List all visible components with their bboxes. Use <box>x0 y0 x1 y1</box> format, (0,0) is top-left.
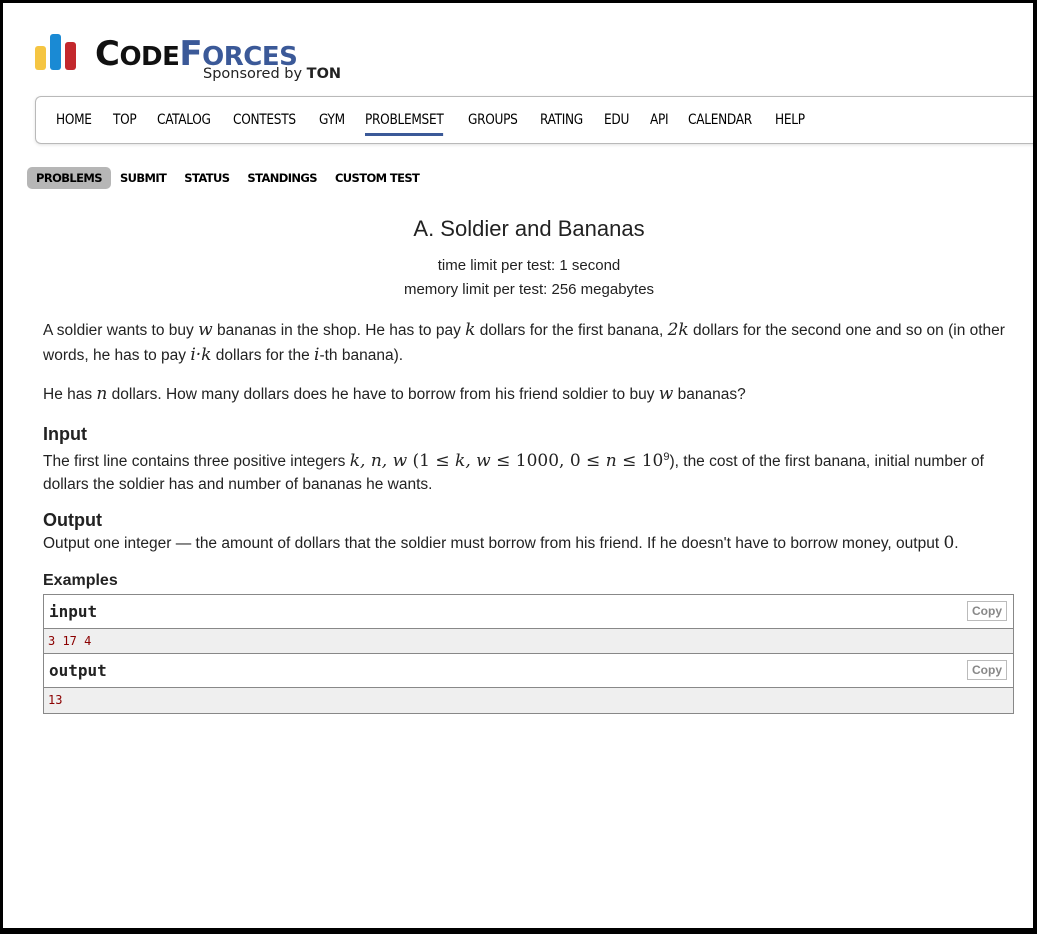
subnav-submit[interactable]: SUBMIT <box>111 167 175 189</box>
statement-paragraph-1: A soldier wants to buy w bananas in the … <box>43 320 1005 365</box>
example-output-box: output Copy 13 <box>43 653 1014 714</box>
sponsor-line: Sponsored by TON <box>203 66 342 82</box>
statement-paragraph-2: He has n dollars. How many dollars does … <box>43 384 746 404</box>
nav-problemset[interactable]: PROBLEMSET <box>365 112 444 136</box>
subnav-status[interactable]: STATUS <box>175 167 238 189</box>
nav-calendar[interactable]: CALENDAR <box>688 112 752 128</box>
nav-home[interactable]: HOME <box>56 112 92 128</box>
input-section-title: Input <box>43 424 87 444</box>
codeforces-logo[interactable]: CODEFORCES Sponsored by TON <box>35 30 365 90</box>
nav-catalog[interactable]: CATALOG <box>157 112 211 128</box>
logo-bars-icon <box>35 30 85 70</box>
nav-gym[interactable]: GYM <box>319 112 345 128</box>
input-specification: The first line contains three positive i… <box>43 451 984 494</box>
main-menu: HOME TOP CATALOG CONTESTS GYM PROBLEMSET… <box>35 96 1033 144</box>
subnav-problems[interactable]: PROBLEMS <box>27 167 111 189</box>
second-level-menu: PROBLEMS SUBMIT STATUS STANDINGS CUSTOM … <box>27 166 428 190</box>
example-input-label: input <box>49 602 98 621</box>
problem-title: A. Soldier and Bananas <box>413 216 645 241</box>
example-output-label: output <box>49 661 107 680</box>
nav-help[interactable]: HELP <box>775 112 805 128</box>
nav-contests[interactable]: CONTESTS <box>233 112 296 128</box>
output-section-title: Output <box>43 510 102 530</box>
subnav-custom-test[interactable]: CUSTOM TEST <box>326 167 428 189</box>
subnav-standings[interactable]: STANDINGS <box>238 167 326 189</box>
nav-rating[interactable]: RATING <box>540 112 583 128</box>
example-output-value: 13 <box>44 688 1013 713</box>
nav-groups[interactable]: GROUPS <box>468 112 518 128</box>
page: CODEFORCES Sponsored by TON HOME TOP CAT… <box>3 3 1033 928</box>
nav-edu[interactable]: EDU <box>604 112 629 128</box>
example-input-value: 3 17 4 <box>44 629 1013 654</box>
examples-title: Examples <box>43 572 118 589</box>
example-output-header: output Copy <box>44 654 1013 688</box>
output-specification: Output one integer — the amount of dolla… <box>43 533 959 553</box>
copy-input-button[interactable]: Copy <box>967 601 1007 621</box>
memory-limit: memory limit per test: 256 megabytes <box>403 281 655 298</box>
nav-api[interactable]: API <box>650 112 669 128</box>
time-limit: time limit per test: 1 second <box>437 257 621 274</box>
example-input-box: input Copy 3 17 4 <box>43 594 1014 655</box>
copy-output-button[interactable]: Copy <box>967 660 1007 680</box>
nav-top[interactable]: TOP <box>113 112 137 128</box>
example-input-header: input Copy <box>44 595 1013 629</box>
